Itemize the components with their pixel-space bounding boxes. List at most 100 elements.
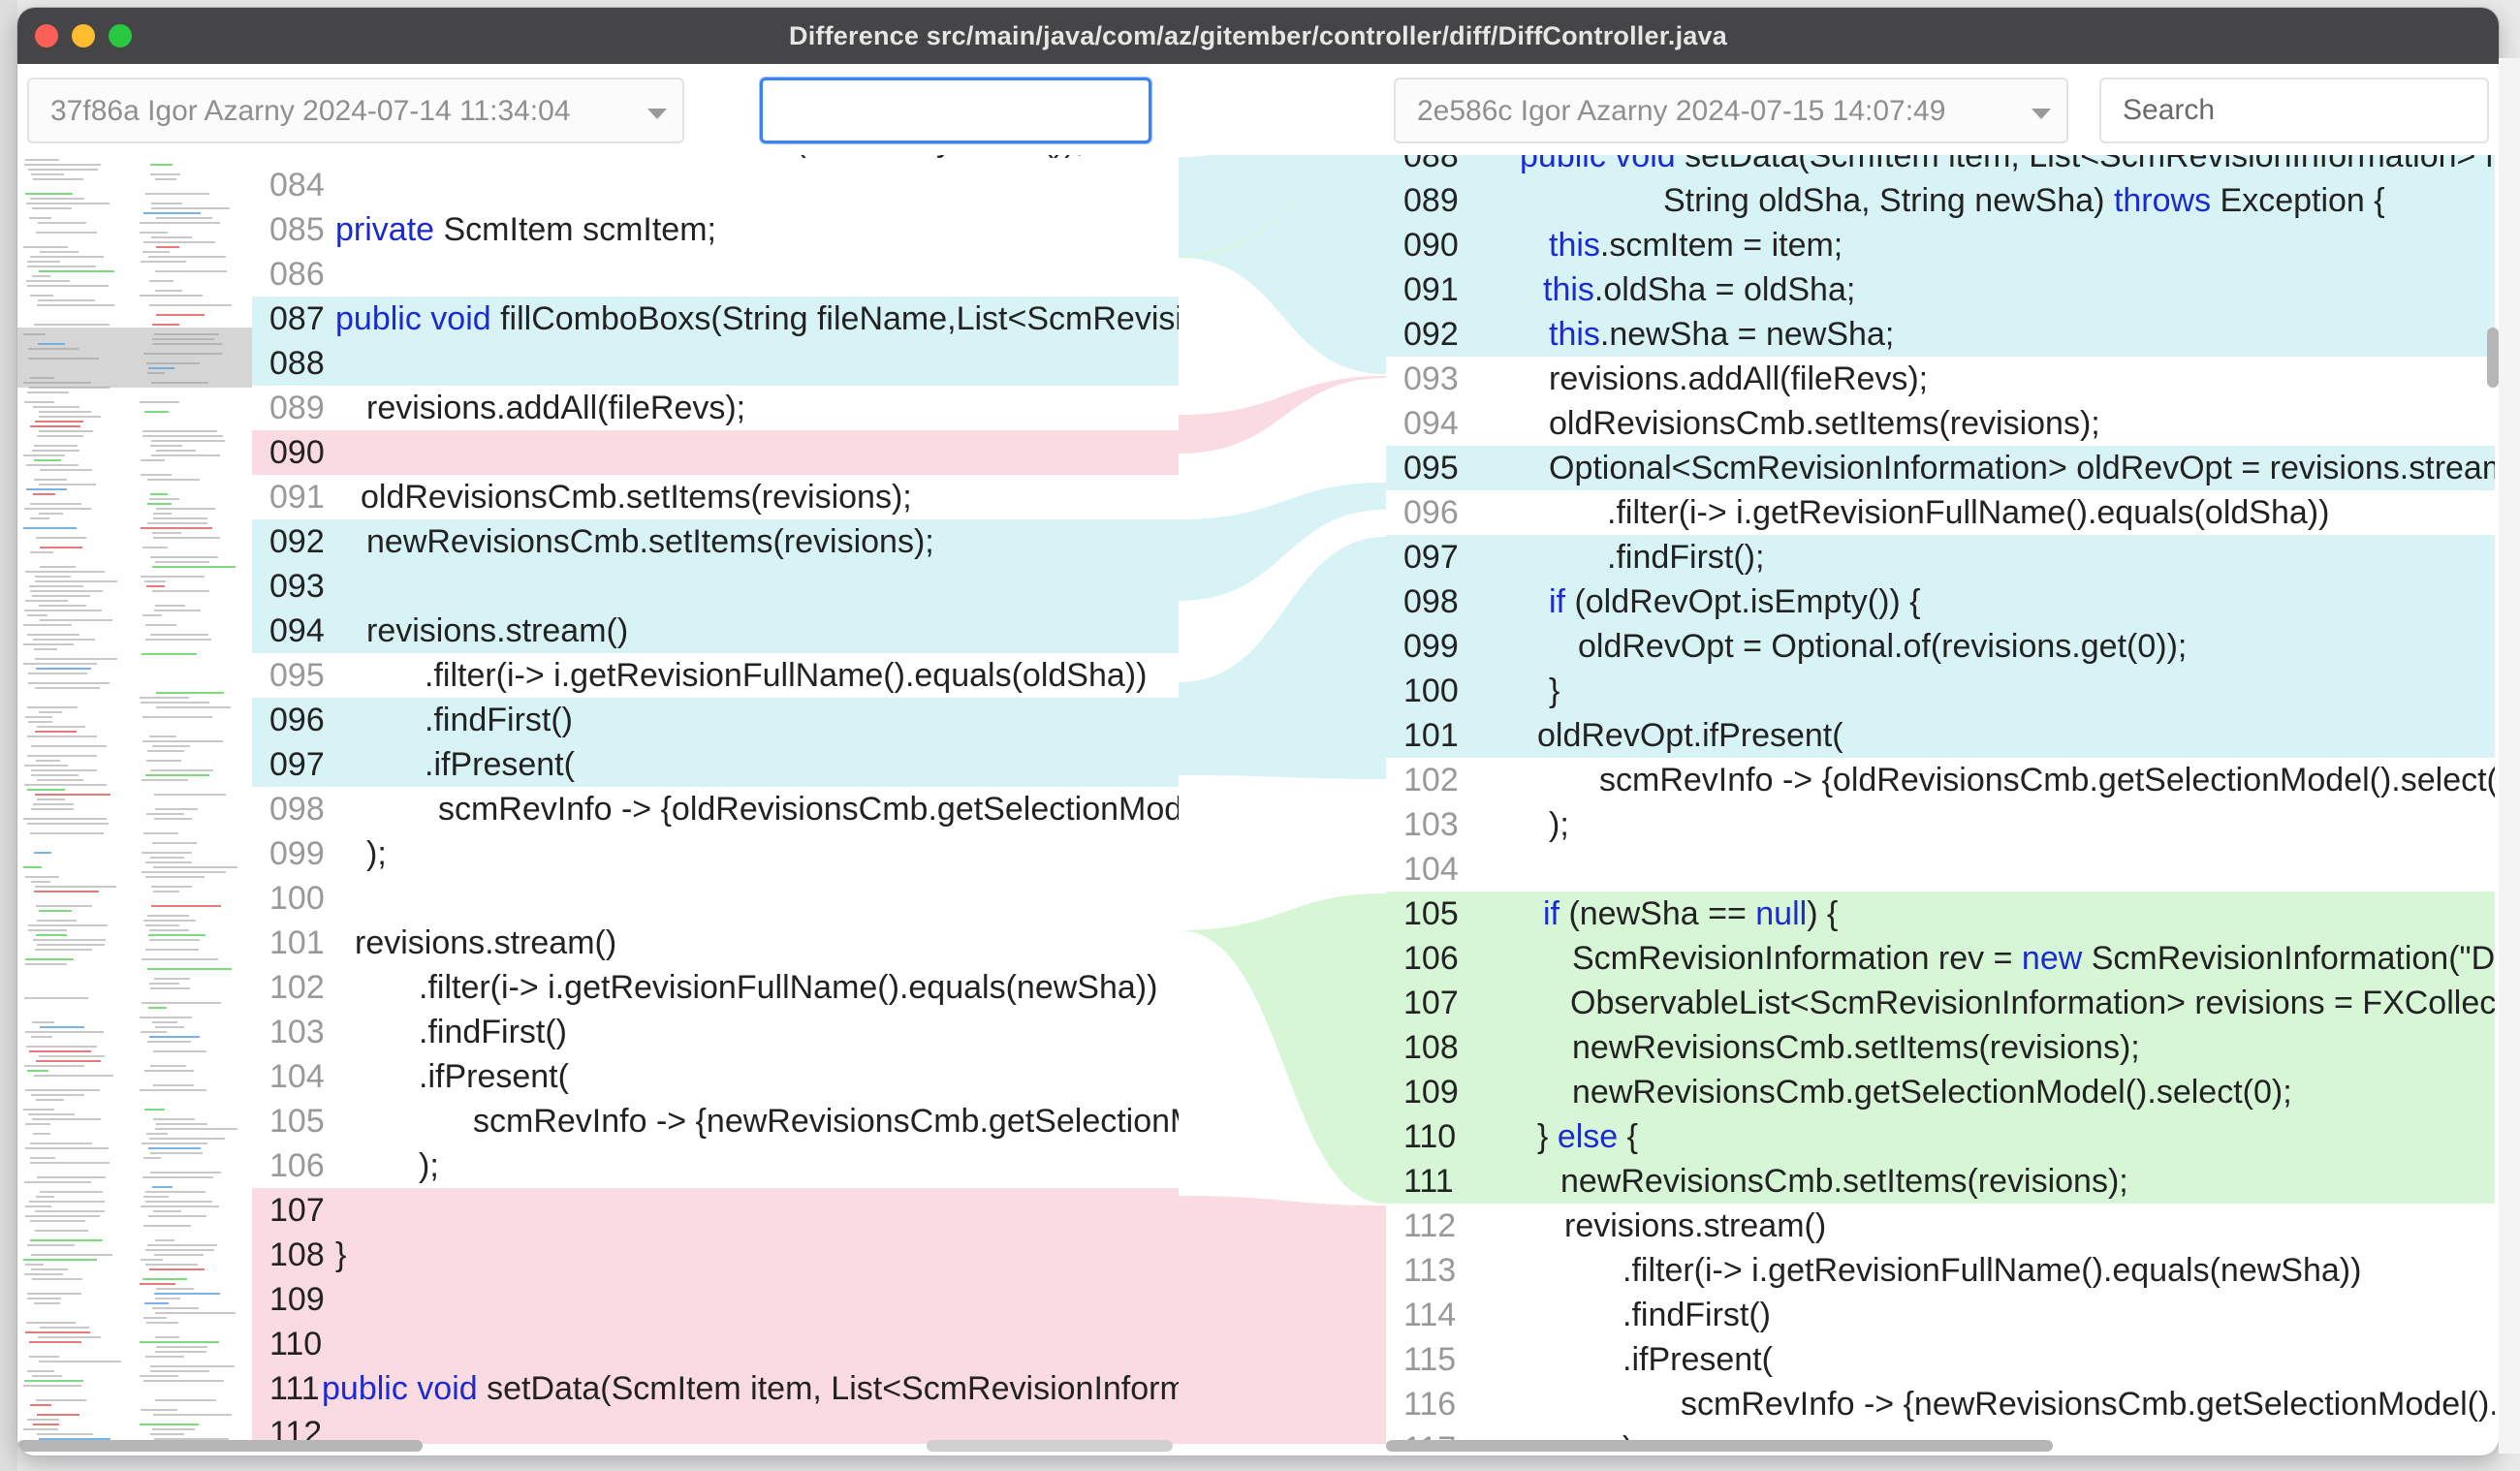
code-line[interactable]: 099); bbox=[252, 831, 1179, 876]
minimap-line bbox=[28, 1113, 75, 1115]
minimap-line bbox=[36, 1196, 54, 1198]
code-line[interactable]: 088 bbox=[252, 341, 1179, 386]
code-text: revisions.stream() bbox=[355, 924, 617, 961]
code-line[interactable]: 087 public void fillComboBoxs(String file… bbox=[252, 297, 1179, 341]
minimap-line bbox=[24, 164, 101, 166]
code-line[interactable]: 115 .ifPresent( bbox=[1386, 1337, 2495, 1382]
code-line[interactable]: 099 oldRevOpt = Optional.of(revisions.get… bbox=[1386, 624, 2495, 669]
code-text: scmRevInfo -> {newRevisionsCmb.getSelect… bbox=[1681, 1386, 2495, 1423]
minimap-line bbox=[31, 173, 64, 175]
minimap-line bbox=[156, 1346, 207, 1348]
code-line[interactable]: 112 bbox=[252, 1411, 1179, 1444]
line-number: 102 bbox=[269, 969, 325, 1006]
minimap-line bbox=[35, 687, 100, 689]
code-line[interactable]: 103 .findFirst() bbox=[252, 1010, 1179, 1054]
code-line[interactable]: 094 revisions.stream() bbox=[252, 609, 1179, 653]
code-line[interactable]: 105 if (newSha == null) { bbox=[1386, 892, 2495, 936]
minimap-line bbox=[148, 1147, 201, 1149]
code-line[interactable]: 096 .filter(i-> i.getRevisionFullName().e… bbox=[1386, 490, 2495, 535]
code-line[interactable]: 105 scmRevInfo -> {newRevisionsCmb.getSel… bbox=[252, 1099, 1179, 1143]
code-line[interactable]: 091 oldRevisionsCmb.setItems(revisions); bbox=[252, 475, 1179, 519]
code-line[interactable]: 091 this.oldSha = oldSha; bbox=[1386, 267, 2495, 312]
code-line[interactable]: 095 .filter(i-> i.getRevisionFullName().e… bbox=[252, 653, 1179, 698]
left-horizontal-scrollbar[interactable] bbox=[927, 1440, 1173, 1452]
left-code-pane[interactable]: 083 FXCollections.observableList(new Arra… bbox=[252, 155, 1179, 1444]
minimap-line bbox=[33, 1424, 59, 1425]
minimap-line bbox=[140, 1341, 219, 1343]
vertical-scrollbar-thumb[interactable] bbox=[2487, 328, 2499, 388]
minimap-line bbox=[140, 1283, 175, 1285]
code-line[interactable]: 102 .filter(i-> i.getRevisionFullName().e… bbox=[252, 965, 1179, 1010]
code-line[interactable]: 114 .findFirst() bbox=[1386, 1293, 2495, 1337]
minimap-line bbox=[34, 459, 61, 461]
left-revision-combo[interactable]: 37f86a Igor Azarny 2024-07-14 11:34:04 bbox=[27, 78, 684, 143]
code-line[interactable]: 097 .ifPresent( bbox=[252, 742, 1179, 787]
code-line[interactable]: 098 scmRevInfo -> {oldRevisionsCmb.getSel… bbox=[252, 787, 1179, 831]
minimap-line bbox=[146, 813, 184, 815]
diff-minimap[interactable] bbox=[17, 155, 252, 1455]
code-line[interactable]: 094 oldRevisionsCmb.setItems(revisions); bbox=[1386, 401, 2495, 446]
code-line[interactable]: 104 bbox=[1386, 847, 2495, 892]
minimap-line bbox=[35, 949, 92, 951]
code-line[interactable]: 101 oldRevOpt.ifPresent( bbox=[1386, 713, 2495, 758]
minimap-line bbox=[152, 1021, 177, 1023]
minimap-line bbox=[29, 1201, 105, 1203]
code-line[interactable]: 100} bbox=[1386, 669, 2495, 713]
code-line[interactable]: 113 .filter(i-> i.getRevisionFullName().e… bbox=[1386, 1248, 2495, 1293]
code-line[interactable]: 100 bbox=[252, 876, 1179, 921]
minimap-line bbox=[141, 474, 172, 476]
code-line[interactable]: 096 .findFirst() bbox=[252, 698, 1179, 742]
code-line[interactable]: 103); bbox=[1386, 802, 2495, 847]
code-line[interactable]: 109 bbox=[252, 1277, 1179, 1322]
ribbon-deleted-1 bbox=[1179, 376, 1386, 454]
code-line[interactable]: 097 .findFirst(); bbox=[1386, 535, 2495, 579]
code-line[interactable]: 111 newRevisionsCmb.setItems(revisions); bbox=[1386, 1159, 2495, 1204]
code-line[interactable]: 109 newRevisionsCmb.getSelectionModel().s… bbox=[1386, 1070, 2495, 1114]
minimap-line bbox=[147, 479, 200, 481]
code-line[interactable]: 092 newRevisionsCmb.setItems(revisions); bbox=[252, 519, 1179, 564]
code-line[interactable]: 088 public void setData(ScmItem item, Lis… bbox=[1386, 155, 2495, 178]
left-search-input[interactable] bbox=[760, 78, 1151, 143]
code-line[interactable]: 083 FXCollections.observableList(new Arra… bbox=[252, 155, 1179, 163]
code-line[interactable]: 110 bbox=[252, 1322, 1179, 1366]
code-line[interactable]: 095 Optional<ScmRevisionInformation> oldR… bbox=[1386, 446, 2495, 490]
code-line[interactable]: 102 scmRevInfo -> {oldRevisionsCmb.getSel… bbox=[1386, 758, 2495, 802]
code-line[interactable]: 089 String oldSha, String newSha) throws … bbox=[1386, 178, 2495, 223]
code-line[interactable]: 108 newRevisionsCmb.setItems(revisions); bbox=[1386, 1025, 2495, 1070]
minimap-line bbox=[155, 1399, 216, 1401]
code-line[interactable]: 106); bbox=[252, 1143, 1179, 1188]
code-line[interactable]: 093 bbox=[252, 564, 1179, 609]
code-line[interactable]: 090 this.scmItem = item; bbox=[1386, 223, 2495, 267]
minimap-line bbox=[34, 891, 99, 892]
code-line[interactable]: 104 .ifPresent( bbox=[252, 1054, 1179, 1099]
code-line[interactable]: 086 bbox=[252, 252, 1179, 297]
code-line[interactable]: 107 bbox=[252, 1188, 1179, 1233]
code-text: } bbox=[1549, 673, 1560, 709]
minimap-line bbox=[32, 275, 50, 277]
line-number: 116 bbox=[1403, 1386, 1457, 1423]
code-line[interactable]: 101 revisions.stream() bbox=[252, 921, 1179, 965]
code-line[interactable]: 084 bbox=[252, 163, 1179, 207]
code-line[interactable]: 112 revisions.stream() bbox=[1386, 1204, 2495, 1248]
right-revision-combo[interactable]: 2e586c Igor Azarny 2024-07-15 14:07:49 bbox=[1394, 78, 2068, 143]
line-number: 105 bbox=[1403, 895, 1459, 932]
right-code-pane[interactable]: 088 public void setData(ScmItem item, Lis… bbox=[1386, 155, 2495, 1444]
code-line[interactable]: 089 revisions.addAll(fileRevs); bbox=[252, 386, 1179, 430]
right-search-input[interactable] bbox=[2099, 78, 2489, 143]
code-line[interactable]: 085 private ScmItem scmItem; bbox=[252, 207, 1179, 252]
minimap-horizontal-scrollbar[interactable] bbox=[17, 1440, 423, 1452]
minimap-line bbox=[151, 207, 230, 209]
code-line[interactable]: 116 scmRevInfo -> {newRevisionsCmb.getSel… bbox=[1386, 1382, 2495, 1426]
minimap-line bbox=[28, 673, 87, 674]
code-line[interactable]: 092 this.newSha = newSha; bbox=[1386, 312, 2495, 357]
code-line[interactable]: 090 bbox=[252, 430, 1179, 475]
code-line[interactable]: 107 ObservableList<ScmRevisionInformation… bbox=[1386, 981, 2495, 1025]
right-horizontal-scrollbar[interactable] bbox=[1386, 1440, 2053, 1452]
code-line[interactable]: 106 ScmRevisionInformation rev = new ScmR… bbox=[1386, 936, 2495, 981]
code-line[interactable]: 108} bbox=[252, 1233, 1179, 1277]
minimap-line bbox=[23, 818, 107, 820]
code-line[interactable]: 093 revisions.addAll(fileRevs); bbox=[1386, 357, 2495, 401]
code-line[interactable]: 098 if (oldRevOpt.isEmpty()) { bbox=[1386, 579, 2495, 624]
code-line[interactable]: 110} else { bbox=[1386, 1114, 2495, 1159]
code-line[interactable]: 111 public void setData(ScmItem item, Lis… bbox=[252, 1366, 1179, 1411]
